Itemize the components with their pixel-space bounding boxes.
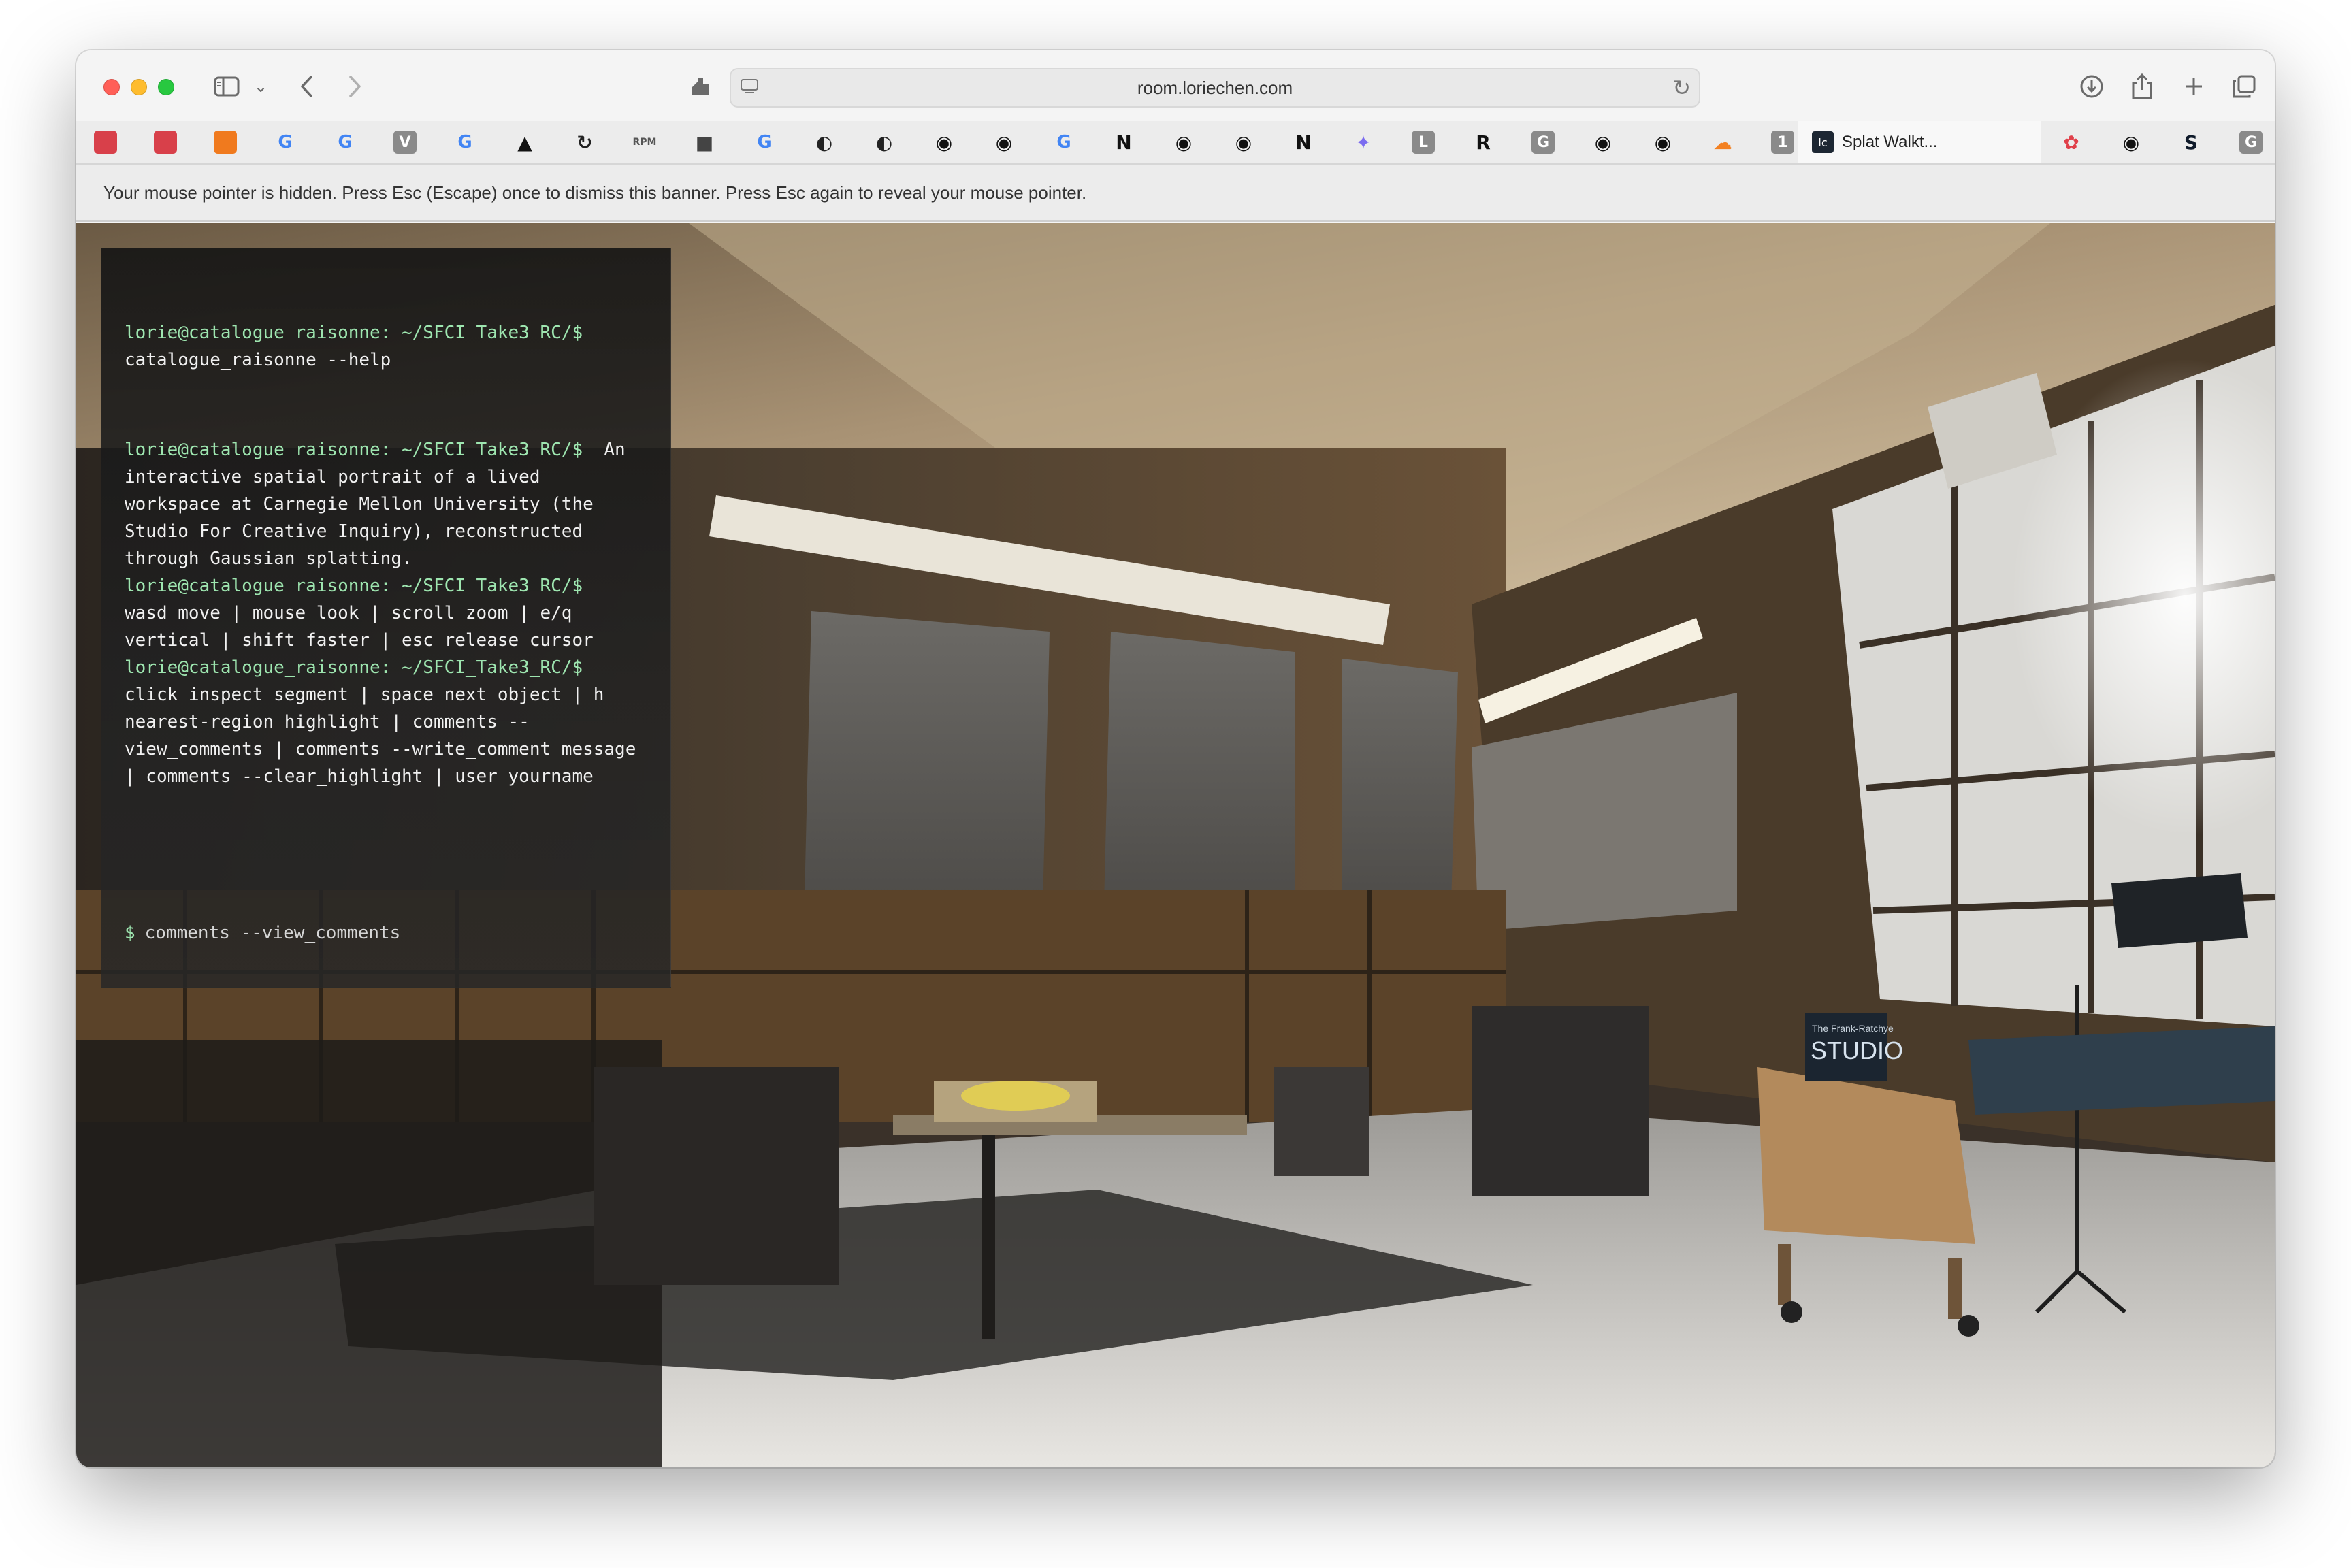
triangle-icon[interactable]: ▲	[513, 131, 536, 154]
terminal-prompt: lorie@catalogue_raisonne: ~/SFCI_Take3_R…	[125, 440, 583, 460]
cube-icon[interactable]: ■	[693, 131, 716, 154]
chevron-left-icon	[301, 76, 312, 97]
github-icon[interactable]: ◉	[992, 131, 1016, 154]
github-icon[interactable]: ◉	[933, 131, 956, 154]
terminal-line-description: lorie@catalogue_raisonne: ~/SFCI_Take3_R…	[125, 436, 646, 572]
terminal-prompt: lorie@catalogue_raisonne: ~/SFCI_Take3_R…	[125, 657, 583, 678]
pinwheel-icon[interactable]: ✿	[2060, 131, 2083, 154]
plus-icon	[2186, 78, 2202, 95]
downloads-button[interactable]	[2075, 68, 2109, 105]
site-settings-icon	[741, 79, 758, 93]
nr-icon[interactable]: R	[1472, 131, 1495, 154]
google-icon[interactable]: G	[274, 131, 297, 154]
url-text: room.loriechen.com	[1137, 77, 1293, 98]
notion-icon[interactable]: N	[1112, 131, 1135, 154]
terminal-input[interactable]: $ comments --view_comments	[125, 919, 642, 947]
terminal-commands: click inspect segment | space next objec…	[125, 685, 647, 787]
github-icon[interactable]: ◉	[2120, 131, 2143, 154]
terminal-command: catalogue_raisonne --help	[125, 350, 391, 370]
download-icon	[2080, 75, 2103, 98]
github-icon[interactable]: ◉	[1172, 131, 1195, 154]
terminal-line-commands: lorie@catalogue_raisonne: ~/SFCI_Take3_R…	[125, 654, 646, 790]
tabs-icon	[2233, 75, 2256, 98]
cloudflare-icon[interactable]: ☁	[1711, 131, 1734, 154]
terminal-prompt: lorie@catalogue_raisonne: ~/SFCI_Take3_R…	[125, 323, 583, 343]
one-icon[interactable]: 1	[1771, 131, 1794, 154]
share-button[interactable]	[2125, 68, 2159, 105]
dark-app-icon[interactable]: ◐	[813, 131, 836, 154]
new-tab-button[interactable]	[2177, 68, 2211, 105]
google-icon[interactable]: G	[453, 131, 476, 154]
google-icon[interactable]: G	[1052, 131, 1075, 154]
address-bar[interactable]: room.loriechen.com ↻	[730, 68, 1700, 108]
sidebar-toggle-button[interactable]	[210, 68, 244, 105]
terminal-input-prompt: $	[125, 923, 135, 943]
browser-toolbar: ⌄ room.loriechen.com ↻	[76, 50, 2275, 122]
github-icon[interactable]: ◉	[1591, 131, 1615, 154]
terminal-line-controls: lorie@catalogue_raisonne: ~/SFCI_Take3_R…	[125, 572, 646, 654]
studio-sign-line2: STUDIO	[1811, 1036, 1903, 1064]
dark-app-icon[interactable]: ◐	[873, 131, 896, 154]
favorites-bar: G G V G ▲ ↻ RPM ■ G ◐ ◐ ◉ ◉ G N ◉ ◉ N ✦ L R G ◉ ◉ ☁ 1 lc Splat Wa…	[76, 121, 2275, 165]
terminal-controls: wasd move | mouse look | scroll zoom | e…	[125, 603, 594, 651]
share-icon	[2132, 73, 2152, 99]
google-icon[interactable]: G	[753, 131, 776, 154]
terminal-panel[interactable]: lorie@catalogue_raisonne: ~/SFCI_Take3_R…	[101, 248, 671, 988]
tab-overview-button[interactable]	[2227, 68, 2261, 105]
v-icon[interactable]: V	[393, 131, 417, 154]
chevron-right-icon	[349, 76, 361, 97]
back-button[interactable]	[293, 68, 320, 105]
pointer-hidden-banner: Your mouse pointer is hidden. Press Esc …	[76, 165, 2275, 222]
zoom-window-button[interactable]	[158, 79, 174, 95]
page-content[interactable]: The Frank-Ratchye STUDIO lorie@catalogue…	[76, 223, 2275, 1467]
terminal-line-help: lorie@catalogue_raisonne: ~/SFCI_Take3_R…	[125, 319, 646, 374]
s-dark-icon[interactable]: S	[2179, 131, 2203, 154]
notion-icon[interactable]: N	[1292, 131, 1315, 154]
butterfly-icon[interactable]: ✦	[1352, 131, 1375, 154]
banner-text: Your mouse pointer is hidden. Press Esc …	[103, 182, 1087, 203]
sidebar-icon	[214, 76, 240, 97]
extension-button[interactable]	[683, 68, 717, 105]
terminal-prompt: lorie@catalogue_raisonne: ~/SFCI_Take3_R…	[125, 576, 583, 596]
orange-stack-icon[interactable]	[214, 131, 237, 154]
minimize-window-button[interactable]	[131, 79, 147, 95]
tab-title: Splat Walkt...	[1842, 133, 1938, 151]
chevron-down-icon[interactable]: ⌄	[250, 68, 271, 105]
rpm-icon[interactable]: RPM	[633, 131, 657, 154]
tab-favicon: lc	[1812, 131, 1834, 153]
bookmark-red-icon[interactable]	[154, 131, 177, 154]
g-grey-icon[interactable]: G	[1531, 131, 1555, 154]
swirl-icon[interactable]: ↻	[573, 131, 596, 154]
hand-icon	[692, 78, 709, 95]
g-grey-icon[interactable]: G	[2239, 131, 2263, 154]
browser-window: ⌄ room.loriechen.com ↻ G G V G ▲ ↻ RPM ■ G ◐ ◐	[76, 50, 2275, 1467]
github-icon[interactable]: ◉	[1651, 131, 1674, 154]
l-icon[interactable]: L	[1412, 131, 1435, 154]
active-tab[interactable]: lc Splat Walkt...	[1798, 121, 2041, 163]
forward-button[interactable]	[342, 68, 369, 105]
bookmark-red-icon[interactable]	[94, 131, 117, 154]
studio-sign-line1: The Frank-Ratchye	[1812, 1023, 1894, 1034]
terminal-input-value: comments --view_comments	[144, 923, 401, 943]
github-icon[interactable]: ◉	[1232, 131, 1255, 154]
google-icon[interactable]: G	[334, 131, 357, 154]
reload-icon[interactable]: ↻	[1672, 75, 1691, 101]
close-window-button[interactable]	[103, 79, 120, 95]
